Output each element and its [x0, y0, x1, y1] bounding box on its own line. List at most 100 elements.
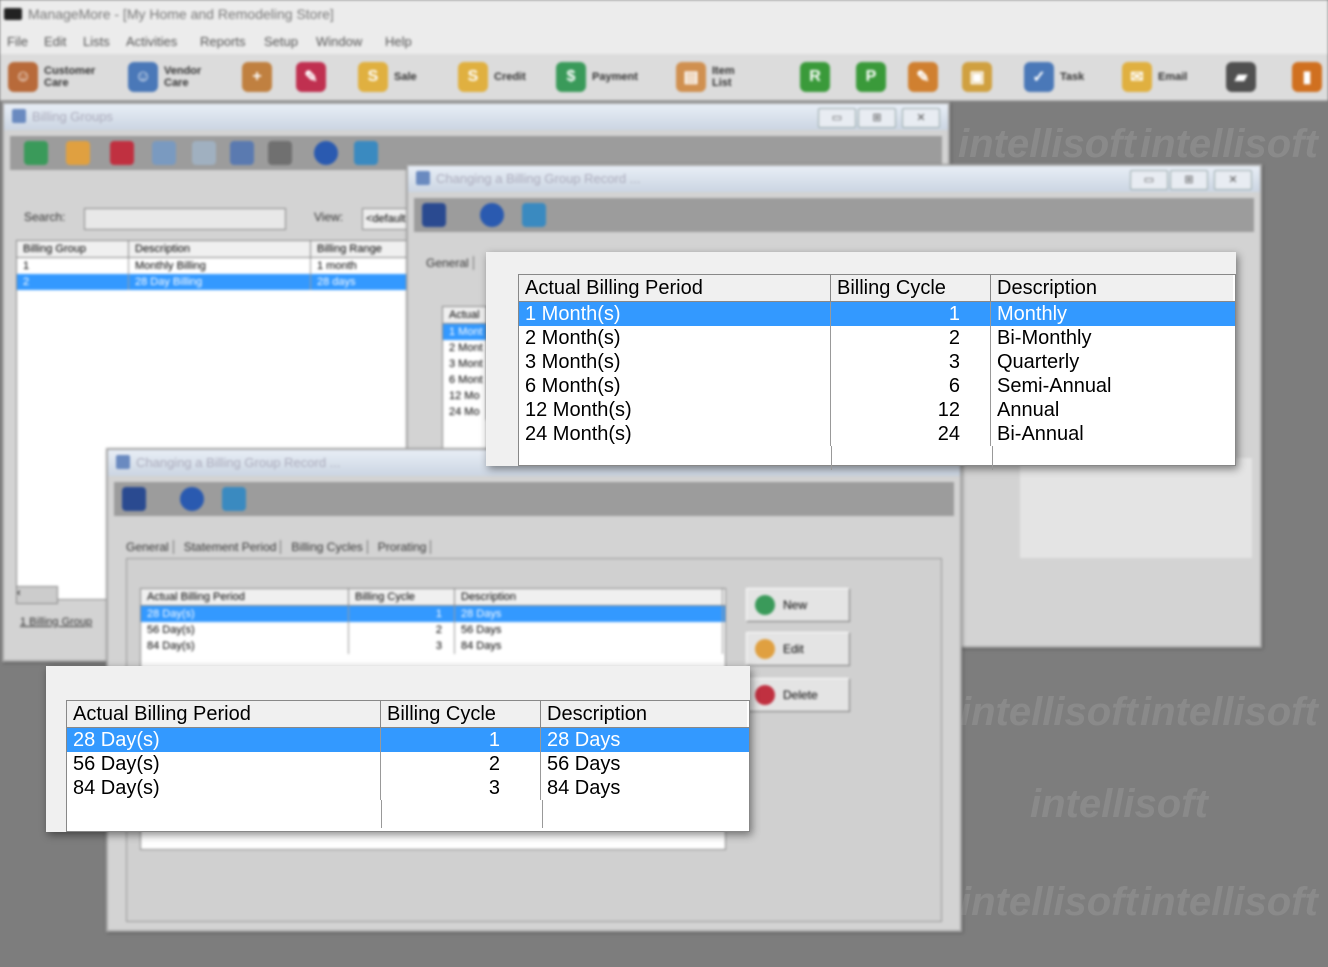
item-list-button[interactable]: ▤ Item List — [676, 60, 742, 94]
search-label: Search: — [24, 210, 66, 224]
task-button[interactable]: ✓ Task — [1024, 60, 1084, 94]
column-header-description[interactable]: Description — [991, 275, 1233, 301]
folder-button[interactable]: ▣ — [962, 60, 992, 94]
delete-button[interactable]: Delete — [746, 678, 850, 712]
help-icon[interactable] — [480, 203, 504, 227]
column-header-period[interactable]: Actual Billing Period — [67, 701, 381, 727]
table-row[interactable]: 3 Month(s) 3 Quarterly — [519, 350, 1235, 374]
exit-icon[interactable] — [522, 203, 546, 227]
edit-icon — [755, 639, 775, 659]
table-row[interactable]: 84 Day(s) 3 84 Days — [67, 776, 749, 800]
tab-statement-period[interactable]: Statement Period — [184, 540, 282, 554]
watermark: intellisoft — [1140, 690, 1318, 734]
column-header-period[interactable]: Actual Billing Period — [519, 275, 831, 301]
edit-button[interactable]: Edit — [746, 632, 850, 666]
scroll-left-button[interactable]: ‹ — [16, 586, 58, 604]
watermark: intellisoft — [958, 122, 1136, 166]
tab-strip: General Statement Period Billing Cycles … — [126, 540, 432, 554]
tab-general[interactable]: General — [126, 540, 174, 554]
sale-icon: S — [358, 62, 388, 92]
table-row[interactable]: 24 Month(s) 24 Bi-Annual — [519, 422, 1235, 446]
search-input[interactable] — [84, 208, 286, 230]
menu-help[interactable]: Help — [385, 34, 412, 49]
maximize-button[interactable]: ⊞ — [1170, 170, 1208, 190]
menu-edit[interactable]: Edit — [44, 34, 66, 49]
window-icon — [116, 455, 130, 469]
email-icon: ✉ — [1122, 62, 1152, 92]
tab-general[interactable]: General — [426, 256, 474, 270]
main-toolbar: ☺ Customer Care ☺ Vendor Care + ✎ S Sale… — [0, 54, 1328, 101]
vendor-care-button[interactable]: ☺ Vendor Care — [128, 60, 214, 94]
customer-care-button[interactable]: ☺ Customer Care — [8, 60, 104, 94]
briefcase-button[interactable]: ▰ — [1226, 60, 1256, 94]
column-header-cycle[interactable]: Billing Cycle — [381, 701, 541, 727]
tab-strip: General — [426, 256, 474, 270]
column-header[interactable]: Description — [129, 241, 311, 257]
table-row[interactable]: 28 Day(s) 1 28 Days — [67, 728, 749, 752]
exit-icon[interactable] — [222, 487, 246, 511]
add-icon[interactable] — [24, 141, 48, 165]
find-next-icon[interactable] — [192, 141, 216, 165]
table-row[interactable]: 1 Month(s) 1 Monthly — [519, 302, 1235, 326]
app-title: ManageMore - [My Home and Remodeling Sto… — [28, 6, 334, 22]
column-header-cycle[interactable]: Billing Cycle — [831, 275, 991, 301]
notepad-button[interactable]: ✎ — [908, 60, 938, 94]
column-header[interactable]: Billing Range — [311, 241, 415, 257]
notepad-icon: ✎ — [908, 62, 938, 92]
find-icon[interactable] — [152, 141, 176, 165]
add-person-button[interactable]: + — [242, 60, 272, 94]
sale-button[interactable]: S Sale — [358, 60, 417, 94]
delete-icon — [755, 685, 775, 705]
menu-lists[interactable]: Lists — [83, 34, 110, 49]
tab-prorating[interactable]: Prorating — [378, 540, 432, 554]
close-button[interactable]: ✕ — [902, 108, 940, 128]
help-icon[interactable] — [180, 487, 204, 511]
menu-setup[interactable]: Setup — [264, 34, 298, 49]
column-header[interactable]: Billing Group — [17, 241, 129, 257]
window-toolbar — [414, 198, 1254, 232]
minimize-button[interactable]: ▭ — [1130, 170, 1168, 190]
book-button[interactable]: ▮ — [1292, 60, 1322, 94]
column-header-description[interactable]: Description — [541, 701, 747, 727]
credit-button[interactable]: S Credit — [458, 60, 526, 94]
tag-button[interactable]: ✎ — [296, 60, 326, 94]
report-p-button[interactable]: P — [856, 60, 886, 94]
app-titlebar: ManageMore - [My Home and Remodeling Sto… — [0, 0, 1328, 30]
view-label: View: — [314, 210, 344, 224]
tab-billing-cycles[interactable]: Billing Cycles — [291, 540, 368, 554]
report-r-button[interactable]: R — [800, 60, 830, 94]
email-button[interactable]: ✉ Email — [1122, 60, 1187, 94]
payment-button[interactable]: $ Payment — [556, 60, 638, 94]
save-icon[interactable] — [422, 203, 446, 227]
report-icon: P — [856, 62, 886, 92]
window-icon — [12, 109, 26, 123]
new-icon — [755, 595, 775, 615]
exit-icon[interactable] — [354, 141, 378, 165]
print-icon[interactable] — [268, 141, 292, 165]
table-row[interactable]: 12 Month(s) 12 Annual — [519, 398, 1235, 422]
tag-icon: ✎ — [296, 62, 326, 92]
table-row[interactable]: 2 Month(s) 2 Bi-Monthly — [519, 326, 1235, 350]
menu-window[interactable]: Window — [316, 34, 362, 49]
table-row[interactable]: 2 28 Day Billing 28 days — [17, 274, 417, 290]
menu-activities[interactable]: Activities — [126, 34, 177, 49]
table-row[interactable]: 1 Monthly Billing 1 month — [17, 258, 417, 274]
minimize-button[interactable]: ▭ — [818, 108, 856, 128]
vendor-care-icon: ☺ — [128, 62, 158, 92]
window-title: Changing a Billing Group Record ... — [436, 171, 641, 186]
maximize-button[interactable]: ⊞ — [858, 108, 896, 128]
save-icon[interactable] — [122, 487, 146, 511]
new-button[interactable]: New — [746, 588, 850, 622]
list-icon[interactable] — [230, 141, 254, 165]
help-icon[interactable] — [314, 141, 338, 165]
table-row[interactable]: 56 Day(s) 2 56 Days — [67, 752, 749, 776]
menu-reports[interactable]: Reports — [200, 34, 246, 49]
delete-icon[interactable] — [110, 141, 134, 165]
close-button[interactable]: ✕ — [1214, 170, 1252, 190]
table-row[interactable]: 6 Month(s) 6 Semi-Annual — [519, 374, 1235, 398]
menu-file[interactable]: File — [7, 34, 28, 49]
panel-area — [1020, 458, 1252, 558]
item-list-icon: ▤ — [676, 62, 706, 92]
window-title: Billing Groups — [32, 109, 113, 124]
edit-icon[interactable] — [66, 141, 90, 165]
